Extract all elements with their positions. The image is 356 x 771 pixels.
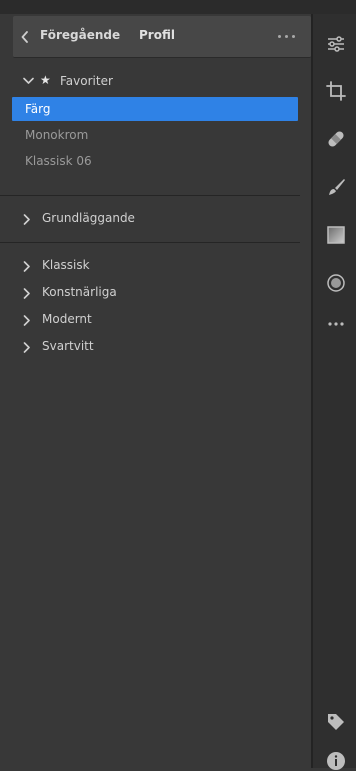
- back-label: Föregående: [40, 28, 121, 42]
- group-label: Modernt: [42, 312, 92, 326]
- profile-item-label: Färg: [25, 102, 51, 116]
- group-label: Svartvitt: [42, 339, 94, 353]
- tool-rail: [313, 14, 356, 771]
- more-options-button[interactable]: [278, 29, 296, 43]
- chevron-right-icon: [23, 315, 30, 326]
- group-svartvitt[interactable]: Svartvitt: [23, 338, 223, 356]
- info-icon[interactable]: [326, 751, 346, 771]
- chevron-right-icon: [23, 342, 30, 353]
- gradient-icon[interactable]: [326, 225, 346, 245]
- more-dot-icon: [285, 35, 288, 38]
- top-strip: [0, 0, 356, 14]
- divider: [0, 195, 300, 196]
- divider: [0, 242, 300, 243]
- favorites-group-toggle[interactable]: ★ Favoriter: [23, 73, 143, 91]
- chevron-right-icon: [23, 261, 30, 272]
- profile-panel: Föregående Profil ★ Favoriter Färg Monok…: [0, 14, 311, 768]
- profile-item-farg[interactable]: Färg: [12, 97, 298, 121]
- group-label: Klassisk: [42, 258, 90, 272]
- crop-icon[interactable]: [326, 81, 346, 101]
- chevron-left-icon: [21, 31, 28, 43]
- profile-item-monokrom[interactable]: Monokrom: [12, 123, 298, 147]
- profile-item-klassisk-06[interactable]: Klassisk 06: [12, 149, 298, 173]
- chevron-right-icon: [23, 214, 30, 225]
- healing-bandage-icon[interactable]: [326, 129, 346, 149]
- profile-item-label: Klassisk 06: [25, 154, 92, 168]
- group-konstnarliga[interactable]: Konstnärliga: [23, 284, 223, 302]
- profile-item-label: Monokrom: [25, 128, 89, 142]
- group-modernt[interactable]: Modernt: [23, 311, 223, 329]
- tag-icon[interactable]: [326, 712, 346, 732]
- group-klassisk[interactable]: Klassisk: [23, 257, 223, 275]
- favorites-label: Favoriter: [60, 74, 113, 88]
- group-grundlaggande[interactable]: Grundläggande: [23, 210, 223, 228]
- more-dot-icon: [292, 35, 295, 38]
- radial-icon[interactable]: [326, 273, 346, 293]
- group-label: Konstnärliga: [42, 285, 117, 299]
- page-title: Profil: [139, 28, 175, 42]
- more-dot-icon: [278, 35, 281, 38]
- chevron-right-icon: [23, 288, 30, 299]
- panel-header: Föregående Profil: [13, 16, 311, 58]
- more-icon[interactable]: [326, 314, 346, 334]
- edit-sliders-icon[interactable]: [326, 34, 346, 54]
- star-icon: ★: [40, 73, 51, 87]
- group-label: Grundläggande: [42, 211, 135, 225]
- brush-icon[interactable]: [326, 177, 346, 197]
- chevron-down-icon: [23, 77, 34, 84]
- back-button[interactable]: Föregående: [21, 27, 120, 47]
